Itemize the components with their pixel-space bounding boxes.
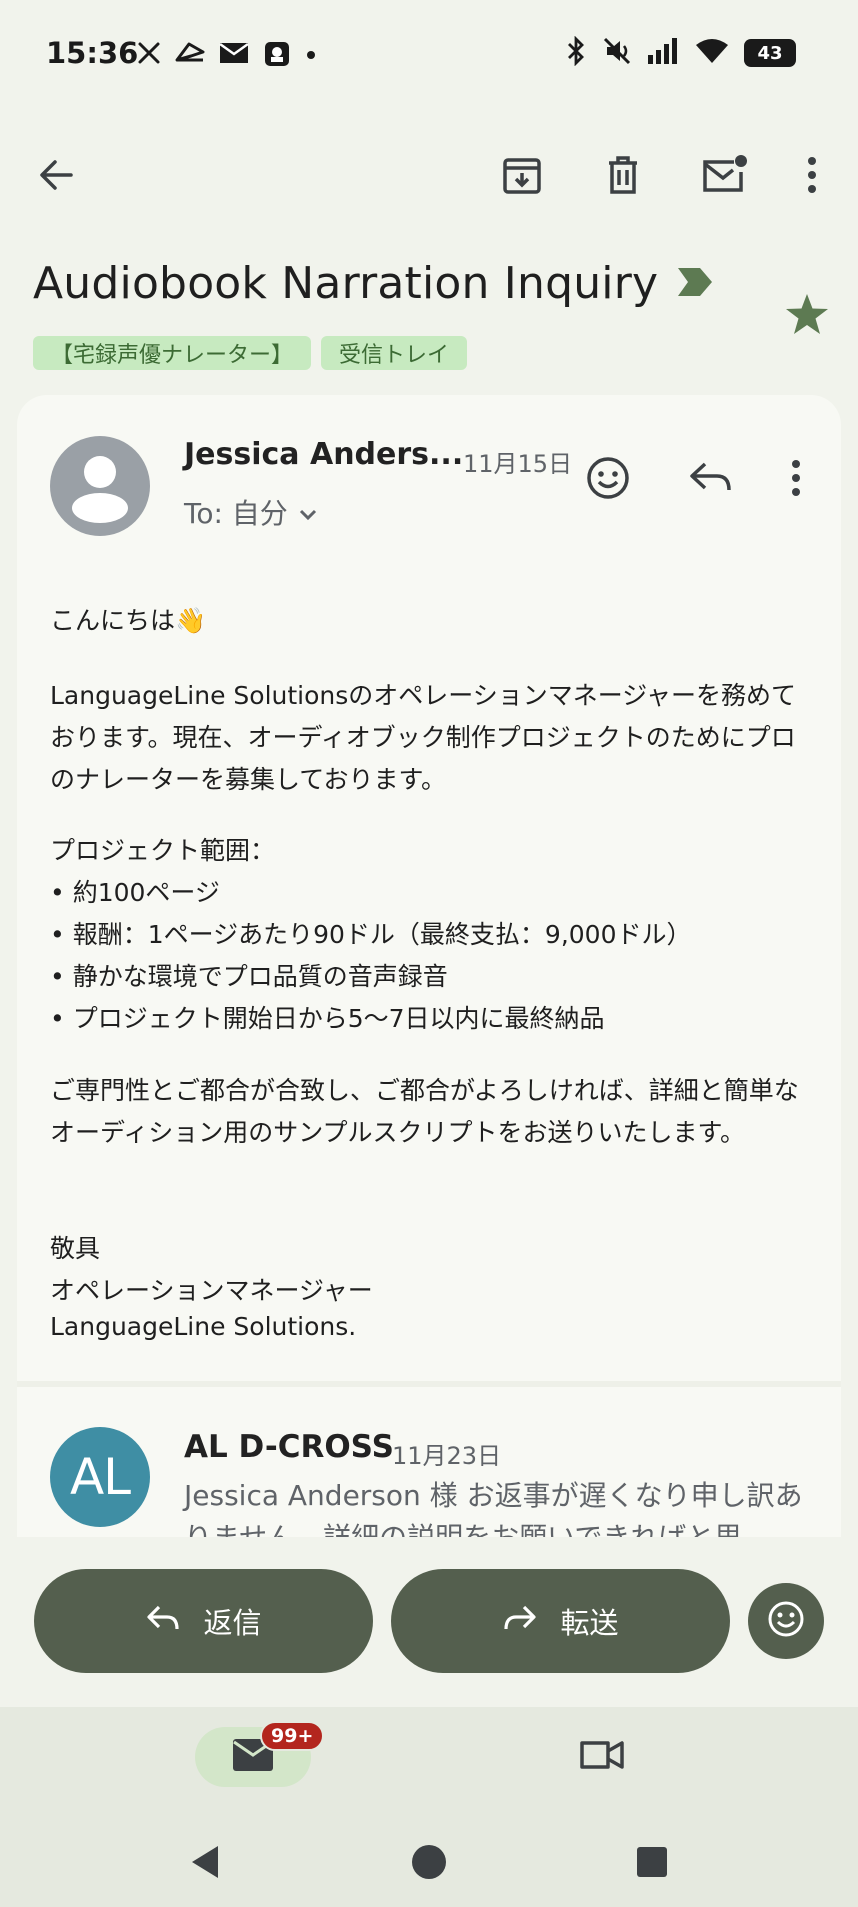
emoji-reaction-icon[interactable] — [580, 450, 636, 506]
mark-unread-icon[interactable] — [699, 150, 749, 200]
meet-video-icon[interactable] — [578, 1735, 626, 1779]
forward-icon — [502, 1603, 538, 1640]
reply-icon — [145, 1603, 181, 1640]
battery-icon: 43 — [744, 39, 796, 67]
signature-company: LanguageLine Solutions. — [50, 1312, 357, 1341]
scope-item: • 静かな環境でプロ品質の音声録音 — [50, 962, 448, 991]
signal-icon — [646, 37, 680, 69]
message-paragraph: ご専門性とご都合が合致し、ご都合がよろしければ、詳細と簡単なオーディション用のサ… — [50, 1076, 799, 1147]
sender-name: AL D-CROSS — [184, 1429, 394, 1465]
scope-item: • 報酬：1ページあたり90ドル（最終支払：9,000ドル） — [50, 920, 692, 949]
delete-icon[interactable] — [598, 150, 648, 200]
forward-label: 転送 — [560, 1606, 619, 1640]
emoji-react-button[interactable] — [748, 1583, 824, 1659]
dot-icon — [305, 46, 317, 65]
status-right-icons: 43 — [564, 35, 796, 70]
app-icon — [263, 38, 291, 72]
label-chip[interactable]: 受信トレイ — [321, 336, 468, 370]
label-chip[interactable]: 【宅録声優ナレーター】 — [33, 336, 312, 370]
reply-icon[interactable] — [682, 450, 738, 506]
closing: 敬具 — [50, 1234, 101, 1263]
message-snippet: Jessica Anderson 様 お返事が遅くなり申し訳ありません。詳細の説… — [184, 1479, 803, 1537]
mute-icon — [602, 36, 632, 70]
chevron-down-icon — [298, 496, 318, 529]
system-back-icon[interactable] — [176, 1832, 236, 1892]
scope-item: • プロジェクト開始日から5〜7日以内に最終納品 — [50, 1004, 605, 1033]
emoji-icon — [766, 1599, 806, 1643]
unread-badge: 99+ — [260, 1721, 325, 1751]
x-icon — [137, 41, 161, 69]
reply-label: 返信 — [203, 1606, 262, 1640]
system-home-icon[interactable] — [399, 1832, 459, 1892]
important-marker-icon[interactable] — [676, 266, 714, 302]
message-paragraph: LanguageLine Solutionsのオペレーションマネージャーを務めて… — [50, 681, 797, 794]
action-bar: 返信 転送 — [0, 1569, 858, 1675]
subject-row: Audiobook Narration Inquiry — [33, 258, 714, 309]
status-left-icons — [137, 38, 317, 72]
more-vert-icon[interactable] — [787, 150, 837, 200]
scope-title: プロジェクト範囲： — [50, 836, 276, 865]
status-time: 15:36 — [46, 36, 139, 70]
recipient-details-toggle[interactable]: To: 自分 — [184, 492, 318, 532]
email-toolbar — [0, 140, 858, 210]
sender-name[interactable]: Jessica Anders... — [184, 437, 463, 472]
battery-level: 43 — [757, 42, 783, 64]
avatar[interactable]: AL — [50, 1427, 150, 1527]
collapsed-message[interactable]: AL AL D-CROSS 11月23日 Jessica Anderson 様 … — [17, 1387, 841, 1537]
mail-icon — [219, 41, 249, 69]
send-icon — [175, 40, 205, 70]
forward-button[interactable]: 転送 — [391, 1569, 730, 1673]
star-icon[interactable] — [784, 292, 830, 340]
label-list: 【宅録声優ナレーター】 受信トレイ — [33, 336, 468, 370]
status-bar: 15:36 43 — [0, 0, 858, 110]
email-subject: Audiobook Narration Inquiry — [33, 258, 659, 309]
archive-icon[interactable] — [497, 150, 547, 200]
scope-item: • 約100ページ — [50, 878, 220, 907]
recipient-text: To: 自分 — [184, 497, 288, 530]
wifi-icon — [694, 37, 730, 69]
message-greeting: こんにちは👋 — [50, 606, 207, 635]
message-date: 11月23日 — [392, 1442, 502, 1470]
reply-button[interactable]: 返信 — [34, 1569, 373, 1673]
message-more-icon[interactable] — [768, 450, 824, 506]
back-arrow-icon[interactable] — [32, 150, 82, 200]
avatar[interactable] — [50, 436, 150, 536]
message-date: 11月15日 — [463, 450, 573, 478]
bottom-navigation: 99+ — [0, 1707, 858, 1907]
bluetooth-icon — [564, 35, 588, 70]
system-recents-icon[interactable] — [622, 1832, 682, 1892]
